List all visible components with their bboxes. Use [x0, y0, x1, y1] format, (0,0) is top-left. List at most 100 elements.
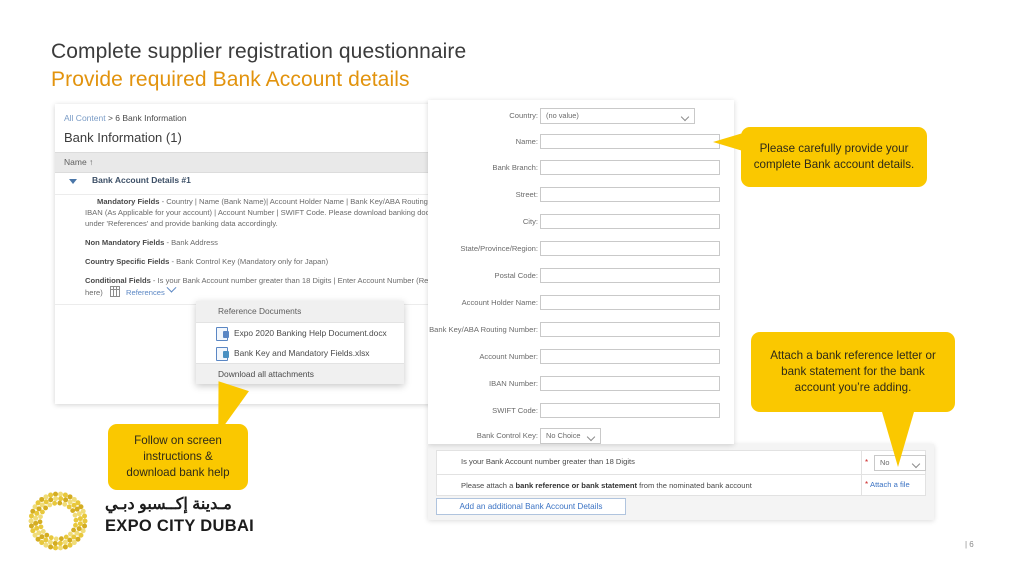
form-row-name: Name: — [428, 134, 734, 160]
callout-tail-attach — [880, 405, 916, 467]
panel-heading: Bank Information (1) — [64, 130, 182, 145]
country-specific-fields-text: - Bank Control Key (Mandatory only for J… — [169, 256, 329, 266]
reference-documents-dropdown: Reference Documents Expo 2020 Banking He… — [196, 301, 404, 384]
form-row-country: Country: (no value) — [428, 108, 734, 134]
bank-control-key-value: No Choice — [546, 431, 581, 440]
bank-key-aba-routing-number-input[interactable] — [540, 322, 720, 337]
state-province-region-input[interactable] — [540, 241, 720, 256]
country-specific-fields-paragraph: Country Specific Fields - Bank Control K… — [85, 256, 435, 267]
non-mandatory-fields-paragraph: Non Mandatory Fields - Bank Address — [85, 237, 435, 248]
reference-document-item[interactable]: Bank Key and Mandatory Fields.xlsx — [196, 343, 404, 363]
row-divider — [861, 475, 862, 495]
form-row-bank-key: Bank Key/ABA Routing Number: — [428, 322, 734, 348]
callout-bank-details: Please carefully provide your complete B… — [741, 127, 927, 187]
page-title: Complete supplier registration questionn… — [51, 40, 467, 63]
account-holder-name-input[interactable] — [540, 295, 720, 310]
callout-attach-reference: Attach a bank reference letter or bank s… — [751, 332, 955, 412]
account-number-input[interactable] — [540, 349, 720, 364]
city-label: City: — [522, 217, 538, 226]
postal-code-input[interactable] — [540, 268, 720, 283]
expand-caret-icon[interactable] — [69, 179, 77, 184]
city-input[interactable] — [540, 214, 720, 229]
bank-control-key-select[interactable]: No Choice — [540, 428, 601, 444]
table-header-row: Name ↑ — [55, 152, 435, 173]
state-province-region-label: State/Province/Region: — [460, 244, 538, 253]
attach-a-file-link[interactable]: Attach a file — [870, 480, 910, 489]
row-divider — [861, 451, 862, 474]
callout-tail-bank — [713, 133, 743, 151]
references-link[interactable]: References — [126, 288, 165, 297]
attachment-text-bold: bank reference or bank statement — [515, 481, 638, 490]
logo-english-text: EXPO CITY DUBAI — [105, 517, 255, 535]
breadcrumb-current: > 6 Bank Information — [105, 113, 187, 123]
bank-branch-label: Bank Branch: — [492, 163, 538, 172]
reference-document-name: Bank Key and Mandatory Fields.xlsx — [234, 348, 370, 358]
required-marker: * — [865, 480, 869, 489]
form-row-swift-code: SWIFT Code: — [428, 403, 734, 429]
non-mandatory-fields-text: - Bank Address — [164, 238, 218, 248]
logo-ring-icon — [28, 491, 88, 551]
country-select-value: (no value) — [546, 111, 579, 120]
download-all-attachments-link[interactable]: Download all attachments — [196, 363, 404, 384]
logo-arabic-text: مـدينة إكــسبو دبـي — [105, 496, 232, 513]
word-document-icon — [216, 327, 229, 341]
attachment-text-post: from the nominated bank account — [637, 481, 752, 490]
reference-document-item[interactable]: Expo 2020 Banking Help Document.docx — [196, 323, 404, 343]
attachment-grid-icon — [109, 285, 120, 297]
account-holder-name-label: Account Holder Name: — [461, 298, 538, 307]
bank-account-details-label: Bank Account Details #1 — [92, 175, 191, 185]
iban-number-input[interactable] — [540, 376, 720, 391]
account-number-label: Account Number: — [479, 352, 538, 361]
column-header-name[interactable]: Name ↑ — [64, 157, 93, 167]
bank-control-key-label: Bank Control Key: — [476, 431, 538, 440]
expo-city-dubai-logo: مـدينة إكــسبو دبـي EXPO CITY DUBAI — [27, 490, 254, 551]
field-requirements-text: Mandatory Fields - Country | Name (Bank … — [85, 196, 435, 305]
swift-code-input[interactable] — [540, 403, 720, 418]
question-digits-text: Is your Bank Account number greater than… — [461, 457, 635, 466]
bank-account-questions-block: Is your Bank Account number greater than… — [428, 444, 934, 520]
country-select[interactable]: (no value) — [540, 108, 695, 124]
add-additional-bank-account-button[interactable]: Add an additional Bank Account Details — [436, 498, 626, 515]
reference-documents-header: Reference Documents — [196, 301, 404, 323]
form-row-account-holder-name: Account Holder Name: — [428, 295, 734, 321]
reference-document-name: Expo 2020 Banking Help Document.docx — [234, 328, 387, 338]
required-marker: * — [865, 458, 869, 467]
mandatory-fields-paragraph: Mandatory Fields - Country | Name (Bank … — [85, 196, 435, 230]
name-input[interactable] — [540, 134, 720, 149]
bank-account-form-panel: Country: (no value) Name: Bank Branch: S… — [428, 100, 734, 444]
chevron-down-icon — [586, 432, 596, 442]
question-attachment-text: Please attach a bank reference or bank s… — [461, 481, 752, 490]
form-row-iban-number: IBAN Number: — [428, 376, 734, 402]
form-row-state: State/Province/Region: — [428, 241, 734, 267]
form-row-bank-control-key: Bank Control Key: No Choice — [428, 428, 734, 454]
swift-code-label: SWIFT Code: — [492, 406, 538, 415]
excel-document-icon — [216, 347, 229, 361]
bank-key-aba-routing-number-label: Bank Key/ABA Routing Number: — [429, 325, 538, 334]
country-label: Country: — [509, 111, 538, 120]
bank-branch-input[interactable] — [540, 160, 720, 175]
conditional-fields-paragraph: Conditional Fields - Is your Bank Accoun… — [85, 275, 435, 298]
country-specific-fields-label: Country Specific Fields — [85, 256, 170, 266]
form-row-bank-branch: Bank Branch: — [428, 160, 734, 186]
postal-code-label: Postal Code: — [494, 271, 538, 280]
breadcrumb: All Content > 6 Bank Information — [64, 113, 187, 123]
form-row-postal-code: Postal Code: — [428, 268, 734, 294]
mandatory-fields-label: Mandatory Fields — [97, 197, 160, 206]
slide-canvas: Complete supplier registration questionn… — [0, 0, 1024, 576]
question-row-attachment: Please attach a bank reference or bank s… — [436, 474, 926, 496]
page-number: | 6 — [965, 540, 974, 549]
street-input[interactable] — [540, 187, 720, 202]
chevron-down-icon — [680, 112, 690, 122]
row-divider — [55, 194, 435, 195]
form-row-street: Street: — [428, 187, 734, 213]
name-label: Name: — [515, 137, 538, 146]
form-row-account-number: Account Number: — [428, 349, 734, 375]
form-row-city: City: — [428, 214, 734, 240]
page-subtitle: Provide required Bank Account details — [51, 68, 410, 91]
conditional-fields-label: Conditional Fields — [85, 275, 151, 285]
attachment-text-pre: Please attach a — [461, 481, 516, 490]
breadcrumb-all-content-link[interactable]: All Content — [64, 113, 106, 123]
table-row[interactable]: Bank Account Details #1 — [55, 175, 435, 193]
non-mandatory-fields-label: Non Mandatory Fields — [85, 238, 165, 248]
street-label: Street: — [515, 190, 538, 199]
